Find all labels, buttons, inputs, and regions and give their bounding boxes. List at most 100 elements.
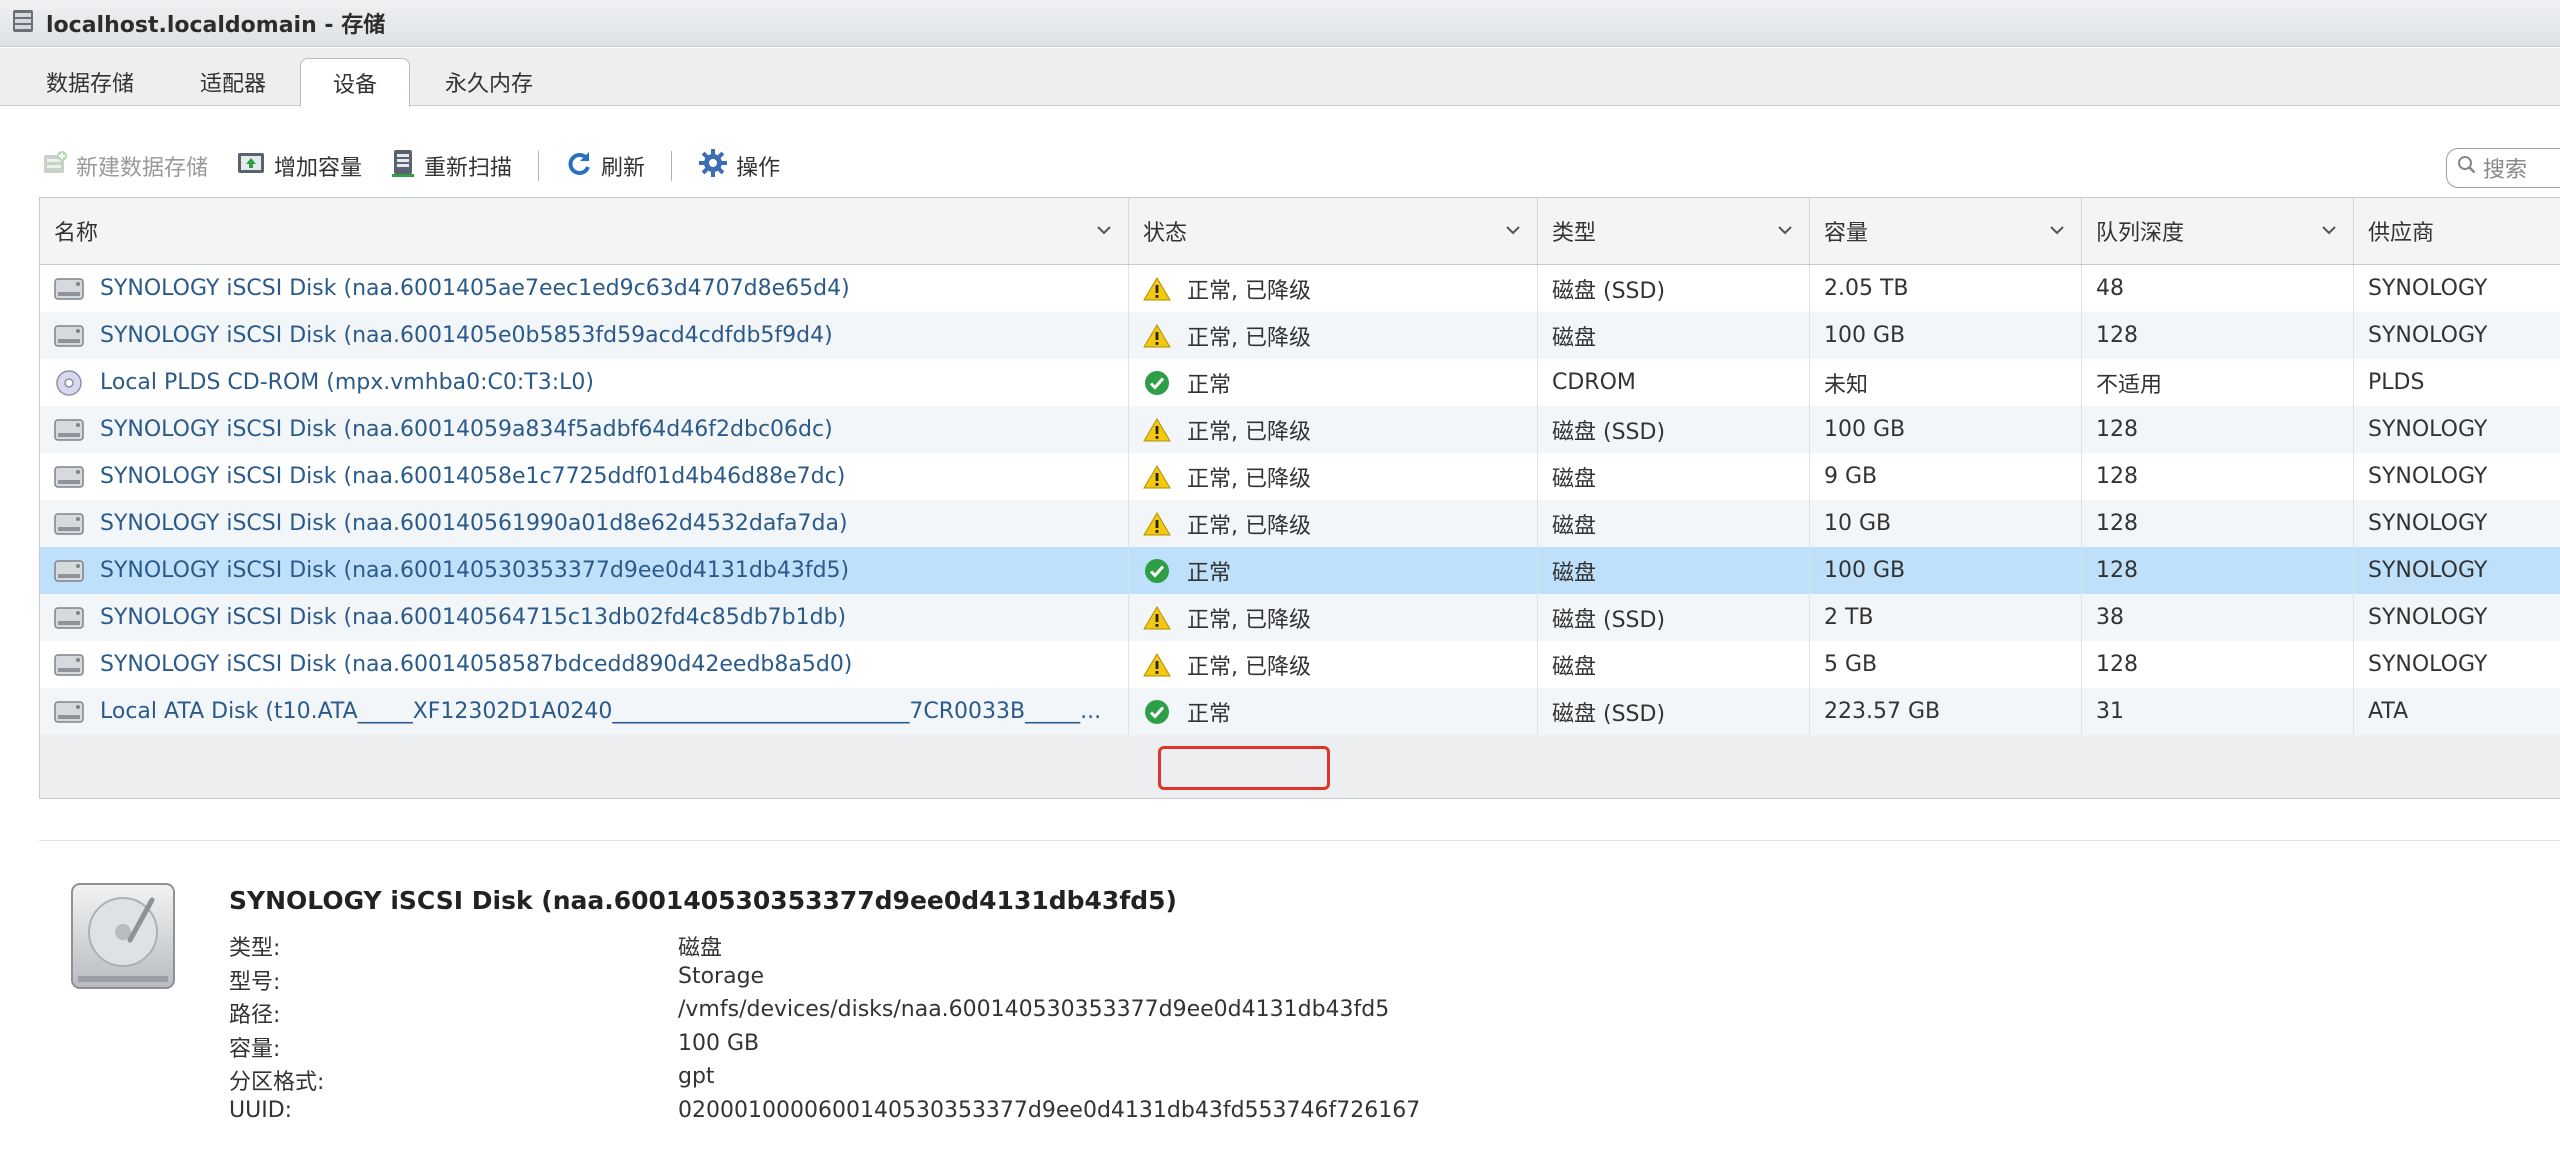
type-value: 磁盘 bbox=[1552, 513, 1597, 539]
device-name-link[interactable]: SYNOLOGY iSCSI Disk (naa.600140564715c13… bbox=[100, 605, 846, 630]
column-header-label: 队列深度 bbox=[2096, 221, 2185, 246]
section-divider bbox=[39, 840, 2560, 841]
type-value: 磁盘 bbox=[1552, 560, 1597, 586]
type-value: 磁盘 (SSD) bbox=[1552, 419, 1666, 445]
device-name-link[interactable]: Local PLDS CD-ROM (mpx.vmhba0:C0:T3:L0) bbox=[100, 370, 594, 395]
cell-capacity: 100 GB bbox=[1810, 547, 2082, 594]
tab-devices[interactable]: 设备 bbox=[300, 58, 410, 107]
chevron-down-icon[interactable] bbox=[2047, 220, 2067, 240]
disk-icon bbox=[54, 511, 92, 537]
disk-icon bbox=[54, 464, 92, 490]
toolbar-separator bbox=[538, 151, 540, 181]
cell-name[interactable]: Local ATA Disk (t10.ATA_____XF12302D1A02… bbox=[40, 688, 1129, 735]
device-name-link[interactable]: SYNOLOGY iSCSI Disk (naa.600140561990a01… bbox=[100, 511, 848, 536]
detail-value: gpt bbox=[678, 1064, 715, 1089]
status-highlight-box bbox=[1158, 746, 1330, 790]
cell-queue: 128 bbox=[2082, 500, 2354, 547]
disk-icon bbox=[54, 605, 92, 631]
search-icon bbox=[2457, 155, 2483, 181]
new-datastore-button[interactable]: 新建数据存储 bbox=[40, 149, 208, 183]
status-text: 正常, 已降级 bbox=[1187, 419, 1311, 445]
table-row[interactable]: SYNOLOGY iSCSI Disk (naa.600140561990a01… bbox=[40, 500, 2560, 547]
capacity-value: 10 GB bbox=[1824, 511, 1892, 536]
disk-icon bbox=[54, 558, 92, 584]
column-header-vendor[interactable]: 供应商 bbox=[2354, 198, 2560, 264]
table-row[interactable]: SYNOLOGY iSCSI Disk (naa.600140530353377… bbox=[40, 547, 2560, 594]
refresh-label: 刷新 bbox=[601, 156, 646, 181]
device-name-link[interactable]: Local ATA Disk (t10.ATA_____XF12302D1A02… bbox=[100, 699, 1101, 724]
table-row[interactable]: SYNOLOGY iSCSI Disk (naa.60014058e1c7725… bbox=[40, 453, 2560, 500]
cell-type: 磁盘 (SSD) bbox=[1538, 406, 1810, 453]
increase-capacity-button[interactable]: 增加容量 bbox=[236, 149, 362, 183]
vendor-value: SYNOLOGY bbox=[2368, 323, 2488, 348]
cell-queue: 48 bbox=[2082, 265, 2354, 312]
detail-value: 磁盘 bbox=[678, 936, 723, 961]
toolbar-separator bbox=[671, 151, 673, 181]
cell-type: CDROM bbox=[1538, 359, 1810, 406]
tab-persistent-memory[interactable]: 永久内存 bbox=[428, 58, 550, 106]
cell-type: 磁盘 bbox=[1538, 500, 1810, 547]
cell-name[interactable]: SYNOLOGY iSCSI Disk (naa.600140561990a01… bbox=[40, 500, 1129, 547]
tab-adapters[interactable]: 适配器 bbox=[182, 58, 284, 106]
table-row[interactable]: SYNOLOGY iSCSI Disk (naa.60014059a834f5a… bbox=[40, 406, 2560, 453]
cell-name[interactable]: SYNOLOGY iSCSI Disk (naa.600140530353377… bbox=[40, 547, 1129, 594]
chevron-down-icon[interactable] bbox=[1775, 220, 1795, 240]
queue-value: 128 bbox=[2096, 652, 2138, 677]
device-name-link[interactable]: SYNOLOGY iSCSI Disk (naa.60014058e1c7725… bbox=[100, 464, 845, 489]
cell-vendor: SYNOLOGY bbox=[2354, 453, 2560, 500]
refresh-icon bbox=[565, 149, 601, 183]
queue-value: 不适用 bbox=[2096, 372, 2163, 398]
device-name-link[interactable]: SYNOLOGY iSCSI Disk (naa.60014058587bdce… bbox=[100, 652, 852, 677]
cell-status: 正常 bbox=[1129, 359, 1538, 406]
table-row[interactable]: SYNOLOGY iSCSI Disk (naa.60014058587bdce… bbox=[40, 641, 2560, 688]
table-row[interactable]: SYNOLOGY iSCSI Disk (naa.6001405e0b5853f… bbox=[40, 312, 2560, 359]
table-row[interactable]: Local ATA Disk (t10.ATA_____XF12302D1A02… bbox=[40, 688, 2560, 735]
refresh-button[interactable]: 刷新 bbox=[565, 149, 645, 183]
chevron-down-icon[interactable] bbox=[1094, 220, 1114, 240]
tab-bar: 数据存储 适配器 设备 永久内存 bbox=[0, 48, 2560, 107]
cell-name[interactable]: SYNOLOGY iSCSI Disk (naa.6001405e0b5853f… bbox=[40, 312, 1129, 359]
warning-icon bbox=[1143, 323, 1179, 349]
detail-value: 0200010000600140530353377d9ee0d4131db43f… bbox=[678, 1097, 1421, 1123]
device-name-link[interactable]: SYNOLOGY iSCSI Disk (naa.6001405ae7eec1e… bbox=[100, 276, 850, 301]
detail-value: Storage bbox=[678, 963, 765, 989]
cell-name[interactable]: SYNOLOGY iSCSI Disk (naa.60014059a834f5a… bbox=[40, 406, 1129, 453]
capacity-value: 100 GB bbox=[1824, 558, 1906, 583]
cell-queue: 128 bbox=[2082, 453, 2354, 500]
actions-button[interactable]: 操作 bbox=[698, 148, 780, 184]
device-name-link[interactable]: SYNOLOGY iSCSI Disk (naa.6001405e0b5853f… bbox=[100, 323, 833, 348]
cell-name[interactable]: SYNOLOGY iSCSI Disk (naa.6001405ae7eec1e… bbox=[40, 265, 1129, 312]
cell-name[interactable]: SYNOLOGY iSCSI Disk (naa.60014058e1c7725… bbox=[40, 453, 1129, 500]
search-input[interactable]: 搜索 bbox=[2446, 148, 2560, 188]
column-header-type[interactable]: 类型 bbox=[1538, 198, 1810, 264]
cell-type: 磁盘 bbox=[1538, 453, 1810, 500]
devices-table: 名称 状态 类型 容量 队列深度 供应商 SYNOLOGY iSCSI Disk… bbox=[39, 197, 2560, 799]
table-row[interactable]: SYNOLOGY iSCSI Disk (naa.6001405ae7eec1e… bbox=[40, 265, 2560, 312]
cell-name[interactable]: SYNOLOGY iSCSI Disk (naa.60014058587bdce… bbox=[40, 641, 1129, 688]
device-name-link[interactable]: SYNOLOGY iSCSI Disk (naa.600140530353377… bbox=[100, 558, 849, 583]
queue-value: 48 bbox=[2096, 276, 2124, 301]
capacity-value: 2 TB bbox=[1824, 605, 1874, 630]
table-header: 名称 状态 类型 容量 队列深度 供应商 bbox=[40, 198, 2560, 265]
type-value: CDROM bbox=[1552, 370, 1636, 395]
queue-value: 38 bbox=[2096, 605, 2124, 630]
chevron-down-icon[interactable] bbox=[1503, 220, 1523, 240]
cell-type: 磁盘 (SSD) bbox=[1538, 688, 1810, 735]
device-name-link[interactable]: SYNOLOGY iSCSI Disk (naa.60014059a834f5a… bbox=[100, 417, 833, 442]
column-header-label: 容量 bbox=[1824, 221, 1869, 246]
rescan-button[interactable]: 重新扫描 bbox=[390, 148, 512, 184]
cell-capacity: 223.57 GB bbox=[1810, 688, 2082, 735]
cell-vendor: ATA bbox=[2354, 688, 2560, 735]
chevron-down-icon[interactable] bbox=[2319, 220, 2339, 240]
column-header-queue-depth[interactable]: 队列深度 bbox=[2082, 198, 2354, 264]
column-header-capacity[interactable]: 容量 bbox=[1810, 198, 2082, 264]
column-header-status[interactable]: 状态 bbox=[1129, 198, 1538, 264]
cell-name[interactable]: SYNOLOGY iSCSI Disk (naa.600140564715c13… bbox=[40, 594, 1129, 641]
column-header-name[interactable]: 名称 bbox=[40, 198, 1129, 264]
vendor-value: SYNOLOGY bbox=[2368, 605, 2488, 630]
tab-datastores[interactable]: 数据存储 bbox=[30, 58, 150, 106]
cell-status: 正常, 已降级 bbox=[1129, 641, 1538, 688]
cell-name[interactable]: Local PLDS CD-ROM (mpx.vmhba0:C0:T3:L0) bbox=[40, 359, 1129, 406]
table-row[interactable]: Local PLDS CD-ROM (mpx.vmhba0:C0:T3:L0) 正… bbox=[40, 359, 2560, 406]
table-row[interactable]: SYNOLOGY iSCSI Disk (naa.600140564715c13… bbox=[40, 594, 2560, 641]
